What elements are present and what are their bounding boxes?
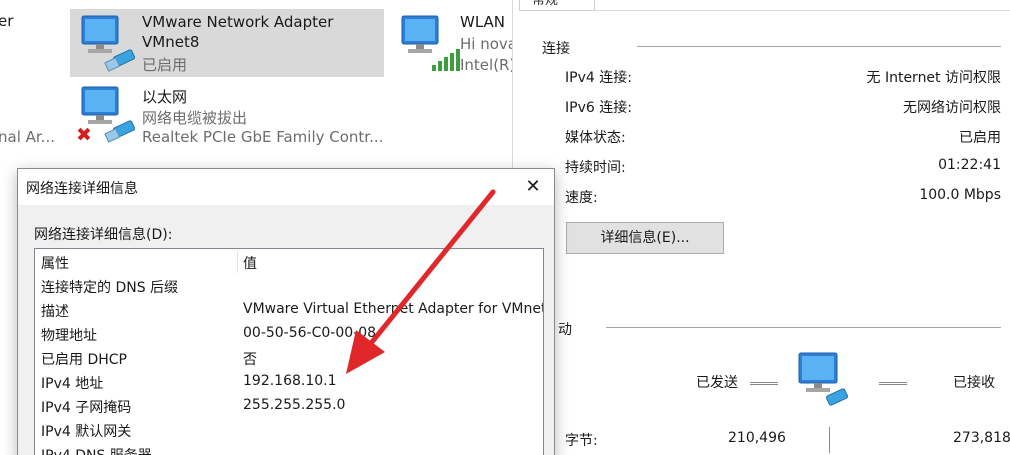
network-adapter-icon (81, 15, 136, 72)
table-row[interactable]: 物理地址 00-50-56-C0-00-08 (35, 323, 543, 347)
prop-key: IPv4 连接: (565, 70, 632, 86)
group-divider (606, 327, 1001, 328)
adapter-name-line1: VMware Network Adapter (142, 13, 334, 31)
cell-property: 描述 (41, 304, 69, 320)
cell-value: 00-50-56-C0-00-08 (243, 325, 377, 341)
table-row[interactable]: 已启用 DHCP 否 (35, 347, 543, 371)
listview-header: 属性 值 (35, 251, 543, 275)
adapter-ethernet[interactable]: ✖ 以太网 网络电缆被拔出 Realtek PCIe GbE Family Co… (70, 80, 384, 150)
details-listview[interactable]: 属性 值 连接特定的 DNS 后缀 描述 VMware Virtual Ethe… (34, 248, 544, 455)
adapter-name: 以太网 (142, 88, 188, 106)
prop-key: 媒体状态: (565, 130, 626, 146)
adapter-status: 已启用 (142, 56, 188, 74)
adapter-wlan[interactable]: WLAN Hi nova Intel(R) (390, 9, 517, 77)
connection-status-window: 常规 连接 IPv4 连接: 无 Internet 访问权限 IPv6 连接: … (512, 0, 1010, 455)
prop-row-ipv6: IPv6 连接: 无网络访问权限 (565, 97, 1001, 119)
table-row[interactable]: IPv4 DNS 服务器 (35, 443, 543, 455)
adapter-device: Realtek PCIe GbE Family Contr... (142, 128, 384, 146)
prop-value: 100.0 Mbps (919, 187, 1001, 203)
received-line (879, 382, 907, 385)
sent-label: 已发送 (696, 375, 738, 391)
details-button[interactable]: 详细信息(E)... (566, 222, 724, 254)
connection-details-dialog: 网络连接详细信息 ✕ 网络连接详细信息(D): 属性 值 连接特定的 DNS 后… (17, 168, 555, 455)
tab-divider (595, 10, 1010, 11)
bytes-sent: 210,496 (728, 430, 786, 446)
prop-row-ipv4: IPv4 连接: 无 Internet 访问权限 (565, 67, 1001, 89)
network-connections-folder: er nal Ar... VMware Network Adapter VMne… (0, 0, 517, 170)
cell-property: IPv4 子网掩码 (41, 400, 132, 416)
table-row[interactable]: IPv4 默认网关 (35, 419, 543, 443)
sent-line (750, 382, 778, 385)
cell-property: IPv4 地址 (41, 376, 104, 392)
bytes-divider (829, 427, 830, 453)
adapter-name: WLAN (460, 13, 506, 31)
column-header-property[interactable]: 属性 (41, 253, 69, 273)
table-row[interactable]: 连接特定的 DNS 后缀 (35, 275, 543, 299)
prop-value: 01:22:41 (938, 157, 1001, 173)
network-adapter-icon (401, 15, 460, 71)
received-label: 已接收 (953, 375, 995, 391)
wifi-signal-icon (432, 49, 460, 71)
connection-group-title: 连接 (542, 41, 570, 57)
close-icon[interactable]: ✕ (518, 173, 548, 201)
cell-property: IPv4 默认网关 (41, 424, 132, 440)
table-row[interactable]: IPv4 子网掩码 255.255.255.0 (35, 395, 543, 419)
prop-value: 无网络访问权限 (903, 100, 1001, 116)
details-list-label: 网络连接详细信息(D): (34, 227, 173, 243)
adapter-device: Intel(R) (460, 56, 516, 74)
cell-property: IPv4 DNS 服务器 (41, 445, 152, 455)
prop-value: 已启用 (959, 130, 1001, 146)
prop-key: 速度: (565, 190, 598, 206)
cell-value: 255.255.255.0 (243, 397, 346, 413)
red-x-icon: ✖ (76, 124, 92, 146)
adapter-status: Hi nova (460, 35, 517, 53)
cell-property: 已启用 DHCP (41, 352, 127, 368)
adapter-vmnet8[interactable]: VMware Network Adapter VMnet8 已启用 (70, 9, 384, 77)
prop-key: 持续时间: (565, 160, 626, 176)
group-divider (637, 46, 1001, 47)
dialog-title: 网络连接详细信息 (26, 181, 138, 197)
table-row[interactable]: 描述 VMware Virtual Ethernet Adapter for V… (35, 299, 544, 323)
adapter-name-line2: VMnet8 (142, 33, 200, 51)
cell-value: VMware Virtual Ethernet Adapter for VMne… (243, 301, 544, 317)
prop-row-duration: 持续时间: 01:22:41 (565, 157, 1001, 179)
cell-property: 连接特定的 DNS 后缀 (41, 280, 179, 296)
network-activity-icon (798, 352, 849, 406)
adapter-partial-device: nal Ar... (0, 128, 55, 146)
prop-key: IPv6 连接: (565, 100, 632, 116)
cell-value: 否 (243, 352, 257, 368)
adapter-partial-left[interactable]: er nal Ar... (0, 0, 60, 160)
bytes-label: 字节: (565, 433, 598, 449)
bytes-received: 273,818 (953, 430, 1010, 446)
prop-row-media: 媒体状态: 已启用 (565, 127, 1001, 149)
table-row[interactable]: IPv4 地址 192.168.10.1 (35, 371, 543, 395)
prop-row-speed: 速度: 100.0 Mbps (565, 187, 1001, 209)
cell-value: 192.168.10.1 (243, 373, 337, 389)
activity-group-title: 动 (558, 322, 572, 338)
column-header-value[interactable]: 值 (243, 253, 257, 273)
dialog-titlebar[interactable]: 网络连接详细信息 ✕ (18, 169, 554, 205)
cell-property: 物理地址 (41, 328, 97, 344)
tab-general[interactable]: 常规 (519, 0, 595, 11)
adapter-partial-name: er (0, 12, 14, 30)
prop-value: 无 Internet 访问权限 (866, 70, 1002, 86)
adapter-status: 网络电缆被拔出 (142, 109, 248, 127)
